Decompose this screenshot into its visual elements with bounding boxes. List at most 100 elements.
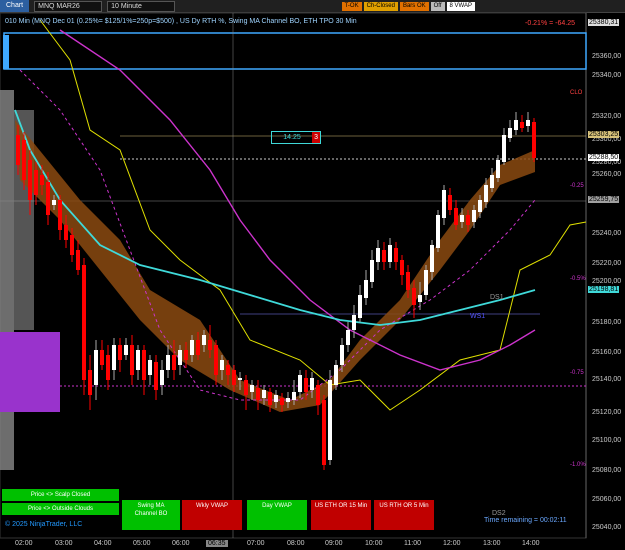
ws1-label: WS1 <box>470 313 486 320</box>
price-tick: 25160,00 <box>592 349 622 356</box>
level-label-2: -0.5% <box>570 276 586 282</box>
candle-down <box>322 400 326 465</box>
crosshair-time-label: 06:35 <box>206 540 228 547</box>
candle-up <box>94 350 98 385</box>
price-tag: 25303,25 <box>588 131 620 138</box>
price-tick: 25120,00 <box>592 409 622 416</box>
price-outside-clouds-button[interactable]: Price <> Outside Clouds <box>2 503 119 515</box>
cloud-area <box>15 120 535 412</box>
candle-down <box>466 215 470 225</box>
candle-down <box>454 208 458 225</box>
chart-title: 010 Min (MNQ Dec 01 (0.25%= $125/1%=250p… <box>5 18 357 25</box>
candle-down <box>208 340 212 350</box>
candle-down <box>130 345 134 375</box>
time-label: 10:00 <box>365 540 383 547</box>
price-axis[interactable] <box>586 12 625 540</box>
price-tick: 25340,00 <box>592 72 622 79</box>
candle-up <box>484 185 488 202</box>
candle-up <box>250 385 254 392</box>
candle-down <box>316 385 320 405</box>
candle-down <box>58 200 62 230</box>
price-tick: 25140,00 <box>592 376 622 383</box>
candle-down <box>28 160 32 200</box>
price-chart[interactable] <box>0 0 625 550</box>
time-label: 14:00 <box>522 540 540 547</box>
candle-down <box>100 350 104 365</box>
candle-up <box>178 350 182 365</box>
time-label: 05:00 <box>133 540 151 547</box>
position-count[interactable]: 3 <box>312 132 320 143</box>
candle-up <box>136 350 140 370</box>
candle-down <box>226 365 230 375</box>
candle-up <box>514 120 518 130</box>
candle-up <box>526 120 530 126</box>
candle-down <box>64 225 68 240</box>
candle-up <box>478 200 482 212</box>
candle-down <box>196 340 200 355</box>
candle-down <box>106 355 110 380</box>
price-tag: 25198,81 <box>588 286 620 293</box>
candle-up <box>430 245 434 272</box>
candle-up <box>220 360 224 370</box>
candle-down <box>232 370 236 385</box>
candle-down <box>184 350 188 360</box>
candle-up <box>472 210 476 222</box>
candle-up <box>364 280 368 298</box>
candle-down <box>82 265 86 380</box>
us-rth-or-button[interactable]: US RTH OR 5 Min <box>374 500 434 530</box>
candle-up <box>502 135 506 162</box>
pct-change: -0.21% = -64.25 <box>524 20 575 27</box>
day-vwap-button[interactable]: Day VWAP <box>247 500 307 530</box>
copyright: © 2025 NinjaTrader, LLC <box>5 521 83 528</box>
candle-up <box>508 128 512 138</box>
candle-up <box>340 345 344 365</box>
time-label: 11:00 <box>404 540 421 547</box>
ds2-label: DS2 <box>492 510 506 517</box>
us-eth-or-button[interactable]: US ETH OR 15 Min <box>311 500 371 530</box>
candle-up <box>352 315 356 330</box>
price-scalp-closed-button[interactable]: Price <> Scalp Closed <box>2 489 119 501</box>
price-tick: 25200,00 <box>592 278 622 285</box>
position-box[interactable]: 14.25 3 <box>271 131 321 144</box>
candle-up <box>124 345 128 355</box>
candle-down <box>244 380 248 395</box>
time-axis[interactable]: 02:00 03:00 04:00 05:00 06:00 06:35 07:00 08:00… <box>0 538 586 550</box>
price-tag: 25380,31 <box>588 19 620 26</box>
candle-down <box>76 250 80 270</box>
swing-ma-channel-button[interactable]: Swing MA Channel BO <box>122 500 180 530</box>
candle-down <box>88 370 92 395</box>
candle-up <box>436 215 440 248</box>
candle-up <box>166 355 170 370</box>
weekly-vwap-button[interactable]: Wkly VWAP <box>182 500 242 530</box>
time-label: 03:00 <box>55 540 73 547</box>
candle-up <box>52 200 56 205</box>
candlesticks <box>16 112 536 470</box>
candle-up <box>190 340 194 355</box>
candle-up <box>388 245 392 262</box>
price-tick: 25040,00 <box>592 524 622 531</box>
price-tick: 25320,00 <box>592 113 622 120</box>
candle-down <box>256 388 260 400</box>
level-label-4: -1.0% <box>570 462 586 468</box>
candle-up <box>496 160 500 178</box>
candle-up <box>202 335 206 345</box>
price-tick: 25240,00 <box>592 230 622 237</box>
candle-up <box>346 330 350 345</box>
candle-down <box>304 378 308 392</box>
candle-down <box>172 355 176 370</box>
price-tick: 25260,00 <box>592 171 622 178</box>
candle-up <box>334 365 338 385</box>
close-label: CLO <box>570 90 583 96</box>
price-tick: 25060,00 <box>592 496 622 503</box>
candle-up <box>160 370 164 385</box>
price-tick: 25180,00 <box>592 319 622 326</box>
time-label: 08:00 <box>287 540 305 547</box>
candle-up <box>112 345 116 370</box>
candle-up <box>460 215 464 222</box>
candle-down <box>394 248 398 262</box>
candle-up <box>292 392 296 400</box>
candle-down <box>400 260 404 275</box>
candle-down <box>280 398 284 405</box>
candle-down <box>142 350 146 380</box>
candle-up <box>418 295 422 302</box>
